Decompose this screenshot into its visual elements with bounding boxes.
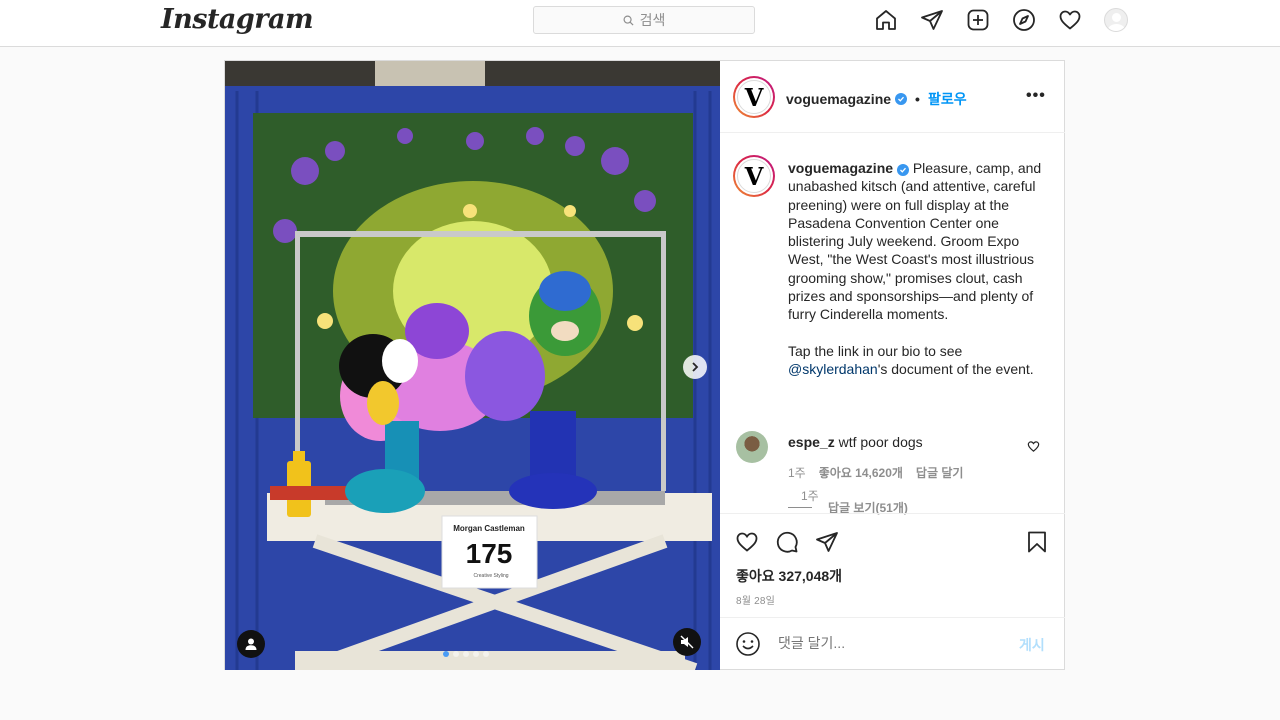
bookmark-icon[interactable] (1025, 530, 1049, 554)
comment-item: espe_z wtf poor dogs 1주 좋아요 14,620개 답글 달… (736, 431, 1056, 521)
search-icon (623, 15, 634, 26)
add-comment-section: 게시 (720, 617, 1065, 670)
post-media-video[interactable]: Morgan Castleman 175 Creative Styling (225, 61, 720, 670)
comment-like-icon[interactable] (1027, 440, 1040, 458)
tagged-users-button[interactable] (237, 630, 265, 658)
user-icon (245, 638, 257, 650)
new-post-icon[interactable] (965, 7, 990, 32)
author-username[interactable]: voguemagazine (786, 91, 891, 107)
header-separator: • (915, 91, 920, 107)
author-avatar[interactable]: V (733, 76, 775, 118)
post-actions-section: 좋아요 327,048개 8월 28일 (720, 513, 1065, 607)
card-name-label: Morgan Castleman (453, 524, 525, 533)
chevron-right-icon (692, 362, 699, 372)
follow-button[interactable]: 팔로우 (928, 89, 967, 109)
comment-timestamp[interactable]: 1주 (788, 464, 806, 481)
carousel-indicator (443, 651, 489, 657)
avatar-placeholder-icon (1103, 7, 1128, 32)
carousel-dot (483, 651, 489, 657)
home-icon[interactable] (873, 7, 898, 32)
caption-mention-link[interactable]: @skylerdahan (788, 361, 878, 377)
post-comment-button[interactable]: 게시 (1019, 635, 1045, 655)
caption-username[interactable]: voguemagazine (788, 160, 893, 176)
carousel-dot (443, 651, 449, 657)
media-scene-image: Morgan Castleman 175 Creative Styling (225, 61, 720, 670)
profile-avatar[interactable] (1103, 7, 1128, 32)
sound-off-icon (680, 635, 694, 649)
search-placeholder: 검색 (639, 12, 666, 28)
reply-button[interactable]: 답글 달기 (916, 464, 964, 481)
mute-button[interactable] (673, 628, 701, 656)
emoji-icon[interactable] (735, 631, 761, 657)
post-header: V voguemagazine • 팔로우 ••• (720, 61, 1065, 133)
verified-badge-icon (895, 93, 908, 105)
comment-icon[interactable] (775, 530, 799, 554)
caption-link-prefix: Tap the link in our bio to see (788, 342, 963, 359)
top-navigation-bar: Instagram 검색 (0, 0, 1280, 47)
like-icon[interactable] (735, 530, 759, 554)
card-number: 175 (466, 538, 513, 569)
direct-icon[interactable] (919, 7, 944, 32)
activity-icon[interactable] (1057, 7, 1082, 32)
carousel-dot (473, 651, 479, 657)
explore-icon[interactable] (1011, 7, 1036, 32)
share-icon[interactable] (815, 530, 839, 554)
instagram-logo[interactable]: Instagram (161, 4, 314, 35)
caption-link-suffix: 's document of the event. (877, 361, 1034, 378)
replies-divider (788, 507, 812, 508)
card-category: Creative Styling (473, 573, 508, 579)
comment-likes-count[interactable]: 좋아요 14,620개 (819, 464, 903, 481)
carousel-dot (463, 651, 469, 657)
post-likes-count[interactable]: 좋아요 327,048개 (736, 566, 842, 586)
caption-body: Pleasure, camp, and unabashed kitsch (an… (788, 160, 1042, 323)
more-options-icon[interactable]: ••• (1026, 87, 1046, 105)
comment-text: wtf poor dogs (838, 434, 923, 450)
verified-badge-icon (896, 164, 909, 176)
carousel-dot (453, 651, 459, 657)
post-sidebar: V voguemagazine • 팔로우 ••• V voguemagazin… (720, 61, 1065, 670)
next-media-button[interactable] (683, 355, 707, 379)
post-card: Morgan Castleman 175 Creative Styling V … (224, 60, 1065, 670)
commenter-avatar[interactable] (736, 431, 768, 463)
post-date[interactable]: 8월 28일 (736, 592, 775, 607)
caption-author-avatar[interactable]: V (733, 155, 775, 197)
comment-username[interactable]: espe_z (788, 434, 835, 450)
comment-input[interactable] (778, 635, 998, 651)
search-input[interactable]: 검색 (533, 6, 755, 34)
